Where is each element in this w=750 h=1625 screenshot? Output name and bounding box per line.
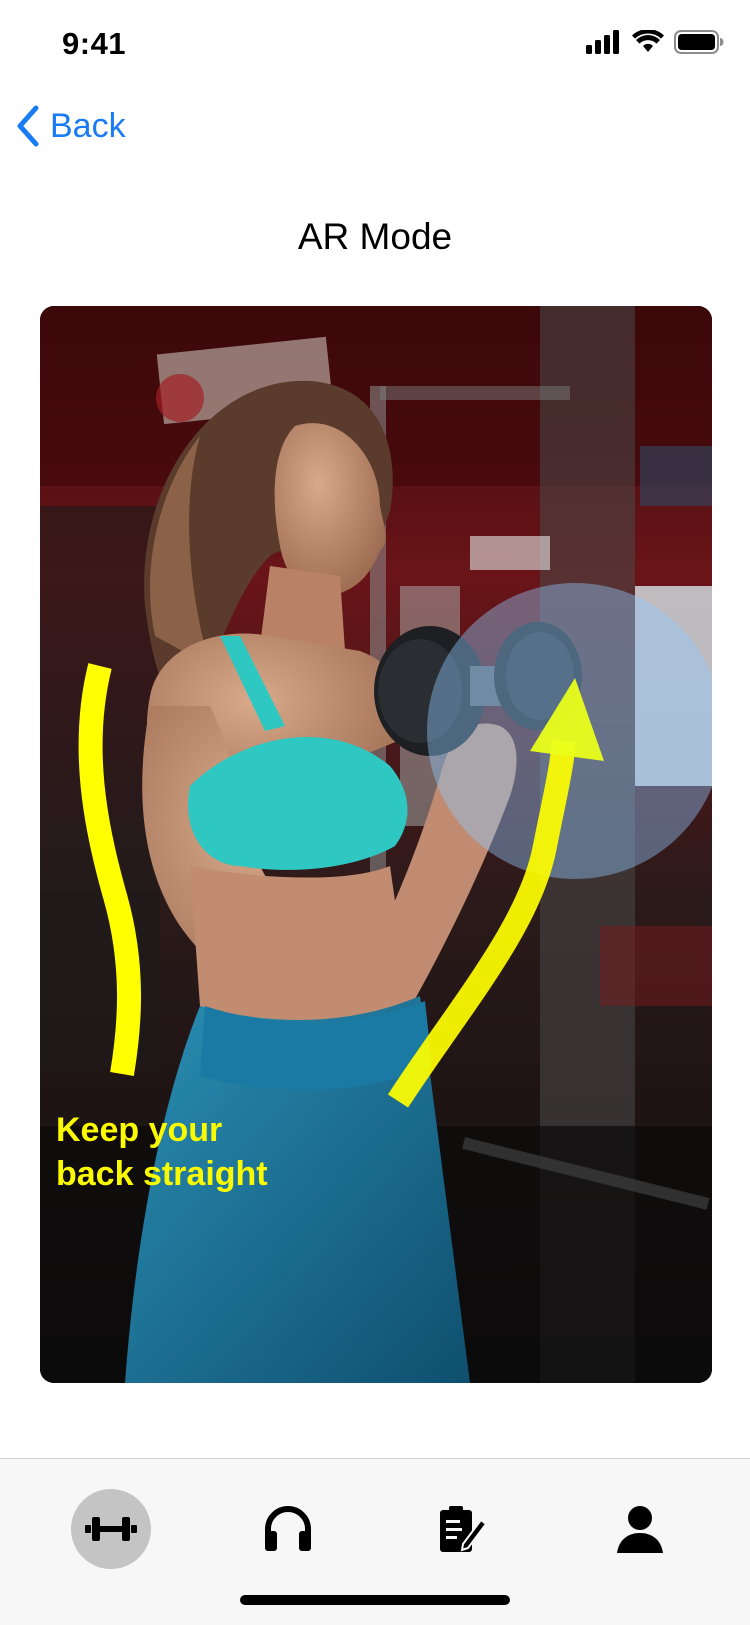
- back-button[interactable]: Back: [14, 104, 126, 148]
- dumbbell-icon: [85, 1517, 137, 1541]
- status-icons: [586, 30, 724, 54]
- ar-camera-view[interactable]: Keep your back straight: [40, 306, 712, 1383]
- status-bar: 9:41: [0, 0, 750, 92]
- cellular-signal-icon: [586, 30, 619, 54]
- wifi-icon: [632, 30, 664, 52]
- person-icon: [617, 1506, 663, 1553]
- clipboard-edit-icon: [440, 1506, 487, 1552]
- tab-audio[interactable]: [248, 1489, 328, 1569]
- ar-caption-line2: back straight: [56, 1155, 268, 1193]
- headphones-icon: [265, 1506, 311, 1551]
- back-label: Back: [50, 106, 126, 145]
- tab-workout[interactable]: [71, 1489, 151, 1569]
- status-time: 9:41: [62, 26, 127, 61]
- ar-caption: Keep your back straight: [56, 1108, 268, 1196]
- page-title: AR Mode: [297, 216, 453, 257]
- tab-profile[interactable]: [600, 1489, 680, 1569]
- gym-scene-photo: [40, 306, 712, 1383]
- ar-caption-line1: Keep your: [56, 1111, 223, 1149]
- tab-plan[interactable]: [422, 1489, 502, 1569]
- home-indicator[interactable]: [240, 1595, 510, 1605]
- chevron-left-icon: [17, 105, 39, 147]
- battery-icon: [674, 30, 724, 54]
